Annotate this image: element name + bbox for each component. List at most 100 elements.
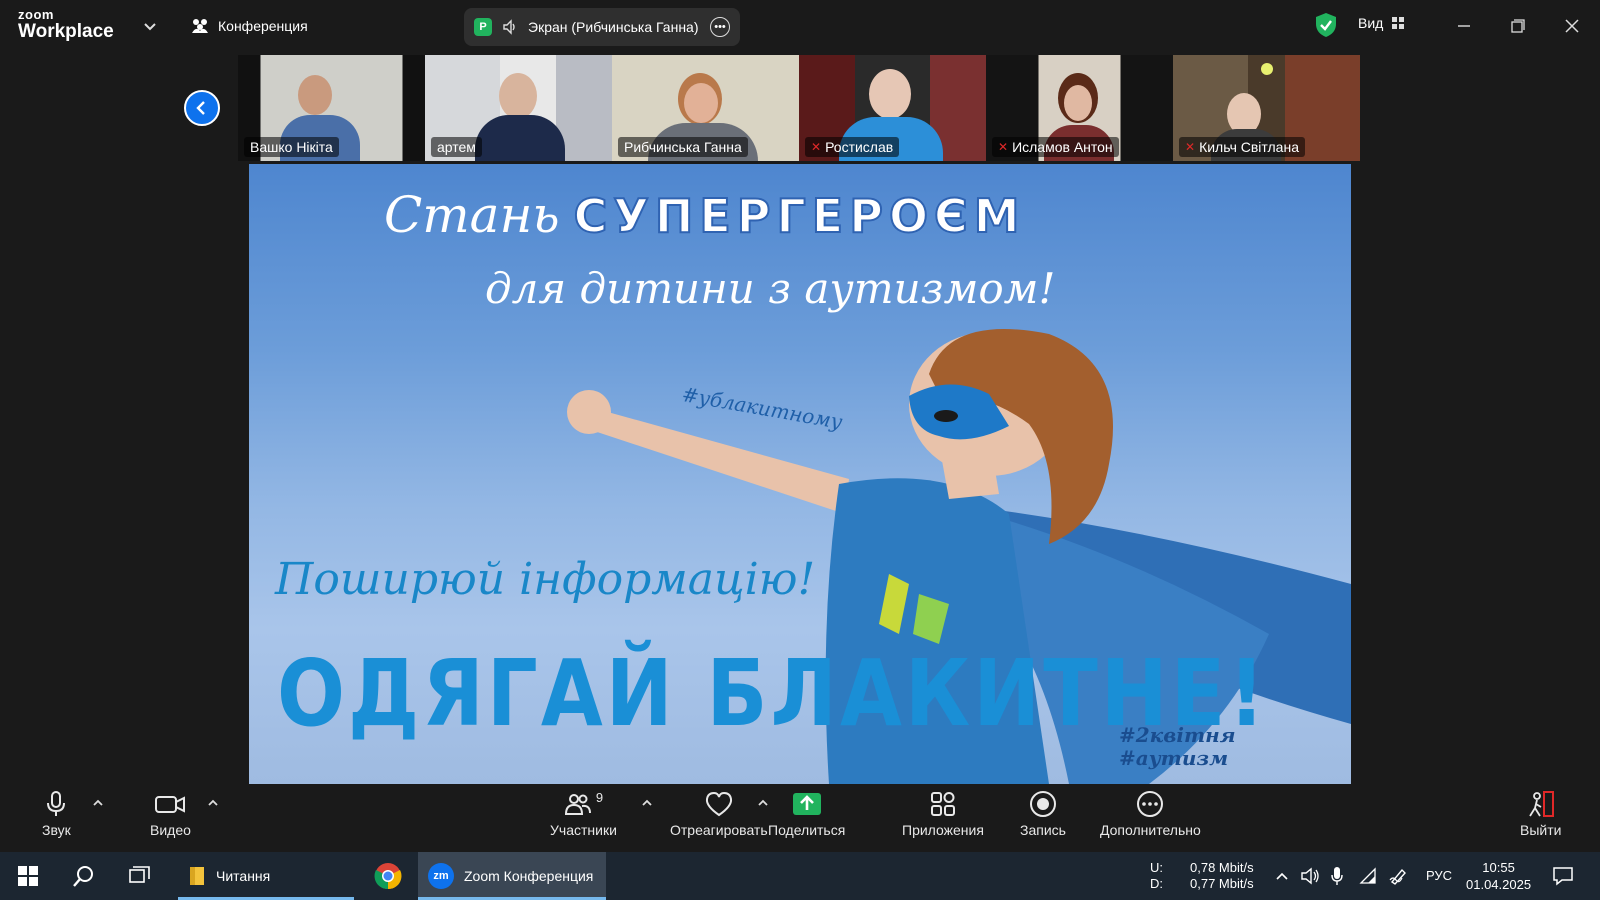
participant-name: ✕Вашко Нікіта xyxy=(244,137,339,157)
audio-button[interactable]: Звук xyxy=(42,790,71,838)
react-button[interactable]: Отреагировать xyxy=(670,790,768,838)
chrome-icon xyxy=(374,863,402,890)
zoom-app-icon: zm xyxy=(428,863,454,889)
participants-label: Участники xyxy=(550,822,617,838)
participant-tile[interactable]: ✕ Ростислав xyxy=(799,55,986,161)
meeting-toolbar: Звук Видео 9 Участники Отреагировать Под… xyxy=(0,784,1600,852)
participants-count: 9 xyxy=(595,790,604,805)
mic-muted-icon: ✕ xyxy=(811,140,822,154)
audio-options-caret-icon[interactable] xyxy=(91,796,105,810)
zoom-app-label: Zoom Конференция xyxy=(464,868,594,884)
restore-icon xyxy=(1511,19,1525,33)
share-screen-button[interactable]: Поделиться xyxy=(768,790,845,838)
more-button[interactable]: Дополнительно xyxy=(1100,790,1201,838)
system-clock[interactable]: 10:55 01.04.2025 xyxy=(1466,859,1531,893)
video-options-caret-icon[interactable] xyxy=(206,796,220,810)
share-label: Экран (Рибчинська Ганна) xyxy=(528,19,699,35)
grid-view-icon xyxy=(1392,17,1405,29)
security-shield-icon[interactable] xyxy=(1314,12,1338,38)
view-label: Вид xyxy=(1358,15,1384,31)
logo-big-text: Workplace xyxy=(18,21,114,42)
close-icon xyxy=(1565,19,1579,33)
mic-muted-icon: ✕ xyxy=(998,140,1009,154)
participant-name: ✕ Кильч Світлана xyxy=(1179,137,1305,157)
video-camera-icon xyxy=(155,796,186,813)
meeting-info-button[interactable]: Конференция xyxy=(190,14,308,38)
leave-button[interactable]: Выйти xyxy=(1520,790,1561,838)
participant-tile[interactable]: ✕Вашко Нікіта xyxy=(238,55,425,161)
slide-title-prefix: Стань xyxy=(384,186,560,244)
zoom-window: zoom Workplace Конференция P Экран (Рибч… xyxy=(0,0,1600,900)
heart-icon xyxy=(705,791,732,817)
screen-share-indicator[interactable]: P Экран (Рибчинська Ганна) ••• xyxy=(464,8,740,46)
participant-strip: ✕Вашко Нікіта ✕артем ✕Рибчинська Ганна ✕… xyxy=(238,55,1360,161)
pen-icon[interactable] xyxy=(1388,866,1408,886)
windows-taskbar: Читання zm Zoom Конференция U: 0,78 Mbit/… xyxy=(0,852,1600,900)
chevron-up-icon[interactable] xyxy=(1274,868,1290,884)
previous-page-button[interactable] xyxy=(184,90,220,126)
title-bar: zoom Workplace Конференция P Экран (Рибч… xyxy=(0,0,1600,52)
taskbar-app-explorer[interactable]: Читання xyxy=(178,852,354,900)
start-button[interactable] xyxy=(8,852,48,900)
participant-name: ✕ Ростислав xyxy=(805,137,900,157)
participant-name: ✕ Исламов Антон xyxy=(992,137,1119,157)
taskbar-app-zoom[interactable]: zm Zoom Конференция xyxy=(418,852,606,900)
mic-muted-icon: ✕ xyxy=(1185,140,1196,154)
leave-label: Выйти xyxy=(1520,822,1562,838)
microphone-icon xyxy=(47,791,66,816)
search-button[interactable] xyxy=(64,852,104,900)
microphone-in-use-icon[interactable] xyxy=(1330,866,1344,886)
upload-label: U: xyxy=(1150,860,1163,875)
share-screen-icon xyxy=(792,793,821,815)
minimize-button[interactable] xyxy=(1450,12,1478,40)
participants-button[interactable]: 9 Участники xyxy=(550,790,617,838)
meeting-label: Конференция xyxy=(218,18,308,34)
download-label: D: xyxy=(1150,876,1163,891)
presenter-badge: P xyxy=(474,18,492,36)
view-button[interactable]: Вид xyxy=(1358,15,1405,31)
windows-logo-icon xyxy=(18,866,38,886)
record-icon xyxy=(1029,791,1056,817)
chevron-down-icon[interactable] xyxy=(142,18,158,34)
download-speed: 0,77 Mbit/s xyxy=(1190,876,1254,891)
apps-icon xyxy=(930,792,955,816)
share-label: Поделиться xyxy=(768,822,846,838)
participant-tile[interactable]: ✕Рибчинська Ганна xyxy=(612,55,799,161)
participant-tile[interactable]: ✕ Исламов Антон xyxy=(986,55,1173,161)
restore-button[interactable] xyxy=(1504,12,1532,40)
volume-icon[interactable] xyxy=(1300,866,1320,886)
more-options-icon[interactable]: ••• xyxy=(710,17,730,37)
chevron-left-icon xyxy=(196,101,205,115)
video-button[interactable]: Видео xyxy=(150,790,191,838)
more-label: Дополнительно xyxy=(1100,822,1201,838)
input-language[interactable]: РУС xyxy=(1426,868,1452,883)
record-label: Запись xyxy=(1020,822,1066,838)
people-icon xyxy=(192,19,208,33)
slide-hashtags-bottom: #2квітня #аутизм xyxy=(1119,724,1236,770)
network-speed-widget: U: 0,78 Mbit/s D: 0,77 Mbit/s xyxy=(1150,860,1254,892)
record-button[interactable]: Запись xyxy=(1020,790,1066,838)
task-view-button[interactable] xyxy=(120,852,160,900)
close-button[interactable] xyxy=(1558,12,1586,40)
participant-tile[interactable]: ✕ Кильч Світлана xyxy=(1173,55,1360,161)
search-icon xyxy=(73,866,93,887)
upload-speed: 0,78 Mbit/s xyxy=(1190,860,1254,875)
apps-label: Приложения xyxy=(902,822,984,838)
slide-title-bold: СУПЕРГЕРОЄМ xyxy=(573,188,1026,244)
participant-name: ✕артем xyxy=(431,137,482,157)
apps-button[interactable]: Приложения xyxy=(902,790,984,838)
clock-date: 01.04.2025 xyxy=(1466,877,1532,892)
slide-title-line1: Стань СУПЕРГЕРОЄМ xyxy=(384,186,1026,244)
participant-tile[interactable]: ✕артем xyxy=(425,55,612,161)
participants-options-caret-icon[interactable] xyxy=(640,796,654,810)
video-label: Видео xyxy=(150,822,191,838)
leave-door-icon xyxy=(1528,791,1554,817)
wifi-icon[interactable] xyxy=(1358,866,1378,886)
zoom-workplace-logo[interactable]: zoom Workplace xyxy=(18,8,114,41)
react-label: Отреагировать xyxy=(670,822,768,838)
notifications-icon[interactable] xyxy=(1552,866,1574,886)
speaker-icon xyxy=(503,19,515,35)
clock-time: 10:55 xyxy=(1482,860,1515,875)
logo-small-text: zoom xyxy=(18,7,54,22)
taskbar-app-chrome[interactable] xyxy=(368,852,408,900)
